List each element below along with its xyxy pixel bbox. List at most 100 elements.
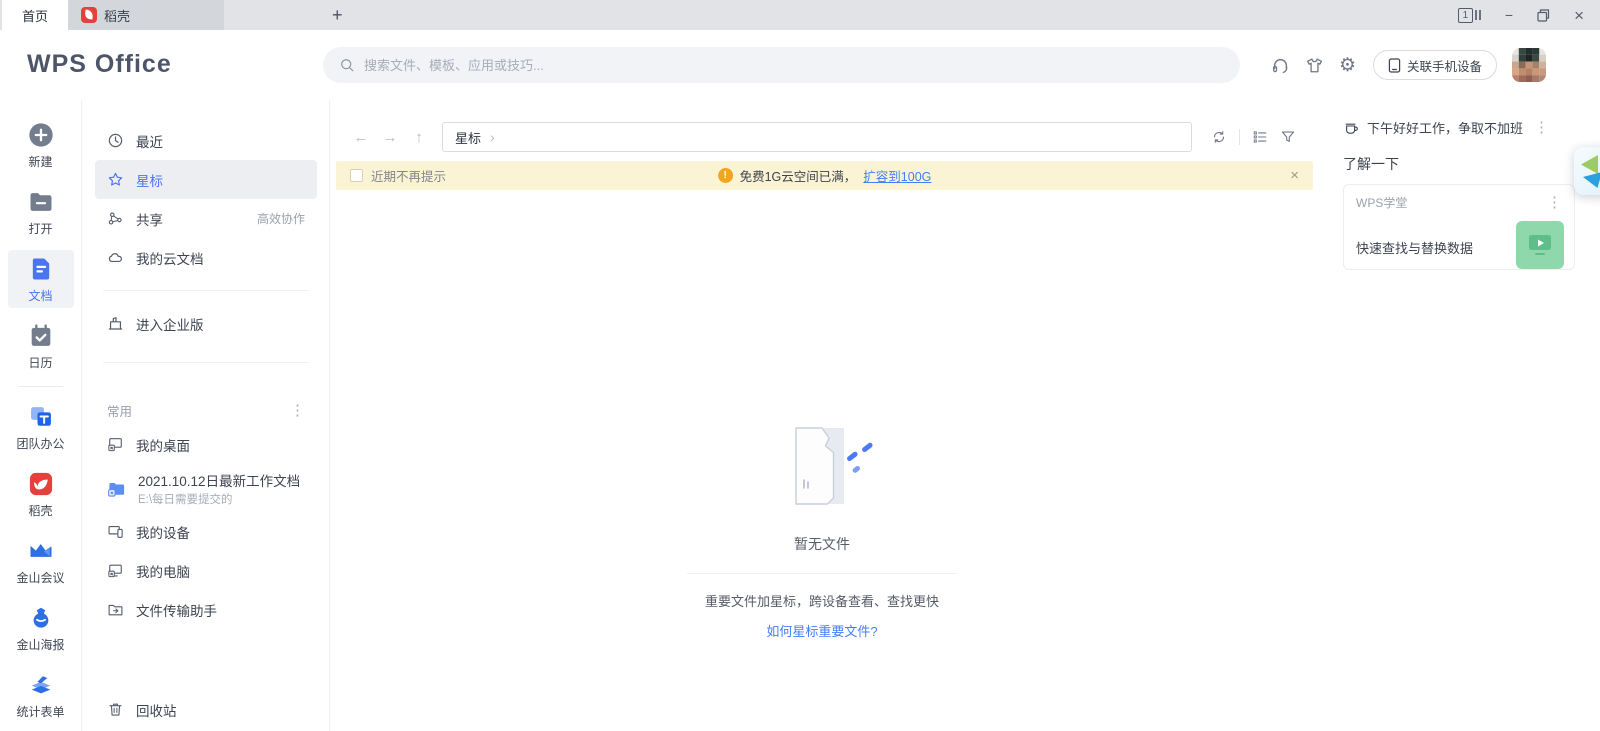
work-folder-path: E:\每日需要提交的 [138, 493, 233, 506]
nav-item-recycle-bin[interactable]: 回收站 [95, 690, 317, 729]
nav-item-enterprise[interactable]: 进入企业版 [95, 304, 317, 343]
new-tab-button[interactable]: + [324, 4, 351, 26]
header-actions: ⚙ 关联手机设备 [1256, 30, 1600, 100]
dismiss-label: 近期不再提示 [371, 170, 447, 184]
nav-item-cloud-docs[interactable]: 我的云文档 [95, 238, 317, 277]
nav-item-starred[interactable]: 星标 [95, 160, 317, 199]
documents-nav: 最近 星标 共享 高效协作 我的云文档 进入企业版 常用 ⋮ 我的桌面 2021… [83, 100, 330, 731]
empty-description: 重要文件加星标，跨设备查看、查找更快 [704, 594, 939, 609]
wps-office-home-window: 首页 稻壳 + 1 − × WPS Office 搜索文件、模板、应用或技巧..… [0, 0, 1600, 731]
link-phone-label: 关联手机设备 [1406, 59, 1482, 74]
rail-item-meeting[interactable]: 金山会议 [8, 532, 74, 590]
video-thumbnail[interactable] [1516, 221, 1564, 269]
back-button[interactable]: ← [353, 129, 369, 146]
forward-button[interactable]: → [382, 129, 398, 146]
nav-label: 我的设备 [136, 525, 190, 541]
nav-item-file-transfer[interactable]: 文件传输助手 [95, 590, 317, 629]
tab-home[interactable]: 首页 [2, 0, 68, 30]
close-window-button[interactable]: × [1574, 7, 1584, 24]
devices-icon [108, 526, 123, 538]
meeting-icon [30, 543, 51, 557]
rail-item-team[interactable]: 团队办公 [8, 398, 74, 456]
nav-item-my-computer[interactable]: 我的电脑 [95, 551, 317, 590]
search-input[interactable] [364, 57, 1224, 73]
rail-item-poster[interactable]: 金山海报 [8, 599, 74, 657]
toolbar-separator [1239, 129, 1240, 145]
dismiss-checkbox[interactable] [350, 169, 363, 182]
star-icon [108, 172, 123, 186]
minimize-button[interactable]: − [1505, 8, 1513, 22]
window-controls: 1 − × [1457, 0, 1600, 30]
common-section-menu-button[interactable]: ⋮ [290, 403, 305, 418]
nav-item-my-devices[interactable]: 我的设备 [95, 512, 317, 551]
nav-divider [103, 362, 309, 363]
rail-label: 新建 [28, 154, 53, 169]
main-content: ← → ↑ 星标 › 近期不再提示 ! 免费1G云空间已满， 扩容到100G ×… [331, 100, 1313, 731]
tab-list-icon [1474, 10, 1481, 20]
up-button[interactable]: ↑ [411, 129, 427, 146]
file-transfer-icon [108, 604, 123, 616]
empty-folder-illustration [795, 427, 873, 505]
warning-icon: ! [717, 168, 733, 183]
search-bar[interactable] [323, 47, 1240, 83]
right-panel: 下午好好工作，争取不加班 ⋮ 了解一下 WPS学堂 ⋮ 快速查找与替换数据 [1331, 100, 1600, 731]
phone-icon [1388, 57, 1401, 73]
app-header: WPS Office ⚙ 关联手机设备 [0, 30, 1600, 100]
banner-close-button[interactable]: × [1290, 168, 1299, 183]
rail-item-forms[interactable]: 统计表单 [8, 666, 74, 724]
enterprise-icon [108, 317, 123, 330]
dismiss-group: 近期不再提示 [350, 166, 446, 185]
file-toolbar: ← → ↑ 星标 › [331, 122, 1313, 152]
cloud-storage-banner: 近期不再提示 ! 免费1G云空间已满， 扩容到100G × [336, 161, 1313, 190]
tab-list-button[interactable]: 1 [1457, 7, 1481, 23]
nav-item-my-desktop[interactable]: 我的桌面 [95, 425, 317, 464]
nav-item-shared[interactable]: 共享 高效协作 [95, 199, 317, 238]
maximize-button[interactable] [1537, 8, 1550, 22]
wps-academy-card[interactable]: WPS学堂 ⋮ 快速查找与替换数据 [1343, 184, 1575, 270]
card-item-label: 快速查找与替换数据 [1356, 241, 1474, 256]
gear-icon: ⚙ [1338, 54, 1356, 76]
rail-item-docer[interactable]: 稻壳 [8, 465, 74, 523]
search-icon [341, 59, 354, 72]
greeting-menu-button[interactable]: ⋮ [1534, 120, 1549, 135]
upgrade-storage-link[interactable]: 扩容到100G [863, 166, 931, 185]
cloud-icon [108, 253, 122, 263]
settings-button[interactable]: ⚙ [1339, 56, 1356, 75]
user-avatar[interactable] [1512, 48, 1546, 82]
floating-app-widget[interactable] [1574, 147, 1600, 195]
greeting-text: 下午好好工作，争取不加班 [1367, 121, 1524, 136]
rail-item-new[interactable]: 新建 [8, 116, 74, 174]
docer-icon [81, 7, 97, 23]
forms-icon [31, 675, 50, 693]
tab-docer[interactable]: 稻壳 [68, 0, 224, 30]
tab-docer-label: 稻壳 [104, 8, 131, 24]
breadcrumb[interactable]: 星标 › [442, 122, 1192, 152]
nav-label: 共享 [136, 212, 163, 228]
nav-label: 星标 [136, 173, 163, 189]
rail-label: 金山海报 [16, 637, 65, 652]
list-view-button[interactable] [1252, 129, 1268, 145]
rail-label: 团队办公 [16, 436, 65, 451]
rail-label: 打开 [28, 221, 53, 236]
nav-item-recent[interactable]: 最近 [95, 121, 317, 160]
headset-icon [1272, 58, 1288, 73]
filter-button[interactable] [1280, 129, 1296, 145]
rail-label: 文档 [28, 288, 53, 303]
poster-icon [33, 607, 48, 628]
support-button[interactable] [1271, 56, 1290, 75]
rail-item-calendar[interactable]: 日历 [8, 317, 74, 375]
wps-logo: WPS Office [27, 50, 172, 78]
nav-item-work-folder[interactable]: 2021.10.12日最新工作文档 E:\每日需要提交的 [95, 464, 317, 512]
link-phone-button[interactable]: 关联手机设备 [1372, 50, 1497, 80]
nav-label: 回收站 [136, 703, 177, 719]
refresh-button[interactable] [1211, 129, 1227, 145]
app-rail: 新建 打开 文档 日历 团队办公 稻壳 金山会议 金山海报 统计表单 [0, 100, 82, 731]
chevron-right-icon: › [490, 129, 495, 145]
toolbar-icons [1211, 129, 1296, 145]
card-menu-button[interactable]: ⋮ [1547, 195, 1562, 210]
how-to-star-link[interactable]: 如何星标重要文件? [766, 621, 877, 640]
rail-item-open[interactable]: 打开 [8, 183, 74, 241]
skin-button[interactable] [1305, 56, 1324, 75]
rail-item-docs[interactable]: 文档 [7, 250, 74, 308]
